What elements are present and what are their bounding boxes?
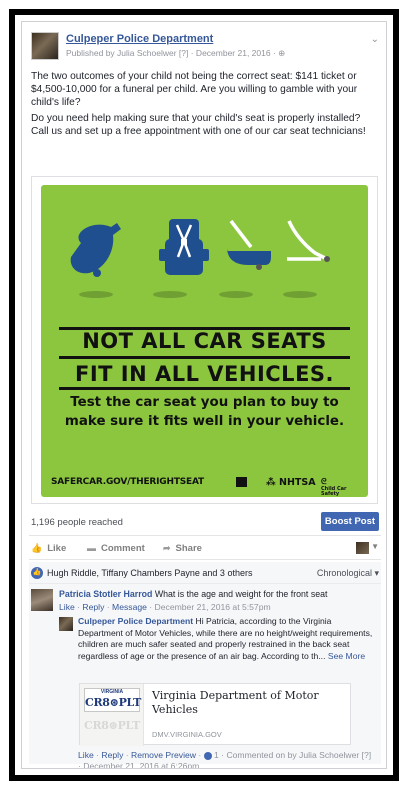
reply-like-count: 1	[214, 750, 219, 760]
like-count-icon	[203, 751, 212, 760]
boost-post-button[interactable]: Boost Post	[321, 512, 379, 531]
icon-shadow	[79, 291, 113, 298]
caret-down-icon[interactable]: ▼	[371, 542, 379, 551]
comment-body: What is the age and weight for the front…	[154, 589, 328, 599]
comment-order-dropdown[interactable]: Chronological ▾	[317, 568, 379, 579]
comment-message-link[interactable]: Message	[112, 602, 147, 612]
reply-avatar[interactable]	[59, 617, 73, 631]
action-bar: 👍 Like ▬ Comment ➦ Share ▼	[29, 538, 381, 560]
graphic-footer: SAFERCAR.GOV/THERIGHTSEAT ⁂ NHTSA ᘓ Chil…	[51, 477, 358, 497]
post-image[interactable]: NOT ALL CAR SEATS FIT IN ALL VEHICLES. T…	[31, 176, 378, 504]
dot-logo-icon	[236, 477, 247, 487]
headline-line-1: NOT ALL CAR SEATS	[82, 329, 327, 353]
commenter-avatar[interactable]	[31, 589, 53, 611]
post-paragraph-2: Do you need help making sure that your c…	[31, 113, 366, 137]
reply-like-link[interactable]: Like	[78, 750, 94, 760]
page-name-link[interactable]: Culpeper Police Department	[66, 33, 213, 45]
plate-state: VIRGINIA	[100, 689, 124, 695]
nhtsa-logo: ⁂ NHTSA	[266, 477, 316, 488]
like-button[interactable]: 👍 Like	[31, 543, 66, 554]
chevron-down-icon[interactable]: ⌄	[371, 34, 379, 45]
page-avatar[interactable]	[31, 32, 59, 60]
post-text: The two outcomes of your child not being…	[31, 70, 376, 141]
likers-text[interactable]: Hugh Riddle, Tiffany Chambers Payne and …	[47, 568, 252, 578]
link-preview[interactable]: VIRGINIA CR8⊛PLT CR8⊛PLT Virginia Depart…	[79, 683, 351, 746]
share-arrow-icon: ➦	[163, 543, 171, 553]
reply-meta: Like · Reply · Remove Preview · 1 · Comm…	[78, 750, 372, 769]
preview-title: Virginia Department of Motor Vehicles	[152, 689, 319, 716]
child-car-safety-logo: ᘓ Child Car Safety	[321, 477, 358, 497]
screenshot-frame: Culpeper Police Department Published by …	[9, 9, 399, 781]
headline-line-2: FIT IN ALL VEHICLES.	[74, 362, 335, 386]
comment-icon: ▬	[87, 543, 96, 553]
comment-time[interactable]: December 21, 2016 at 5:57pm	[155, 602, 271, 612]
comment-text: Patricia Stotler Harrod What is the age …	[59, 589, 379, 600]
preview-thumbnail: VIRGINIA CR8⊛PLT CR8⊛PLT	[80, 684, 144, 746]
see-more-link[interactable]: See More	[328, 651, 365, 661]
headline-rule	[59, 356, 350, 359]
comment-button[interactable]: ▬ Comment	[87, 543, 145, 554]
reach-row: 1,196 people reached Boost Post	[29, 510, 381, 536]
car-seat-graphic: NOT ALL CAR SEATS FIT IN ALL VEHICLES. T…	[41, 185, 368, 497]
headline-rule	[59, 387, 350, 390]
commenter-name[interactable]: Patricia Stotler Harrod	[59, 589, 152, 599]
post-header: Culpeper Police Department Published by …	[29, 32, 381, 64]
share-button[interactable]: ➦ Share	[163, 543, 202, 554]
remove-preview-link[interactable]: Remove Preview	[131, 750, 196, 760]
plate-reflection: CR8⊛PLT	[84, 719, 140, 732]
reply-author[interactable]: Culpeper Police Department	[78, 616, 193, 626]
comment-reply-link[interactable]: Reply	[82, 602, 104, 612]
plate-number: CR8⊛PLT	[85, 696, 141, 709]
car-seat-types-icon	[70, 219, 330, 277]
comment-meta: Like · Reply · Message · December 21, 20…	[59, 602, 271, 612]
icon-shadow	[283, 291, 317, 298]
post-meta: Published by Julia Schoelwer [?] · Decem…	[66, 48, 286, 58]
license-plate: VIRGINIA CR8⊛PLT	[84, 688, 141, 712]
car-seat-icons	[41, 213, 368, 299]
icon-shadow	[153, 291, 187, 298]
people-reached[interactable]: 1,196 people reached	[31, 517, 123, 528]
like-label: Like	[47, 543, 67, 554]
comments-section: Patricia Stotler Harrod What is the age …	[29, 584, 381, 768]
icon-shadow	[219, 291, 253, 298]
likes-row: 👍 Hugh Riddle, Tiffany Chambers Payne an…	[29, 562, 381, 584]
share-as-avatar[interactable]	[356, 542, 369, 554]
reply-reply-link[interactable]: Reply	[101, 750, 123, 760]
nhtsa-text: NHTSA	[279, 477, 316, 488]
post: Culpeper Police Department Published by …	[29, 28, 381, 768]
headline-subtext: Test the car seat you plan to buy to mak…	[64, 395, 345, 429]
preview-domain: DMV.VIRGINIA.GOV	[152, 730, 222, 739]
comment-label: Comment	[101, 543, 145, 554]
like-reaction-icon: 👍	[31, 567, 43, 579]
thumbs-up-icon: 👍	[31, 543, 43, 553]
comment-order-label: Chronological	[316, 568, 372, 578]
reply-text: Culpeper Police Department Hi Patricia, …	[78, 616, 374, 662]
safercar-url: SAFERCAR.GOV/THERIGHTSEAT	[51, 477, 205, 487]
post-paragraph-1: The two outcomes of your child not being…	[31, 71, 358, 108]
comment-like-link[interactable]: Like	[59, 602, 75, 612]
post-card: Culpeper Police Department Published by …	[21, 21, 387, 769]
share-label: Share	[175, 543, 202, 554]
child-car-safety-text: Child Car Safety	[321, 486, 347, 497]
